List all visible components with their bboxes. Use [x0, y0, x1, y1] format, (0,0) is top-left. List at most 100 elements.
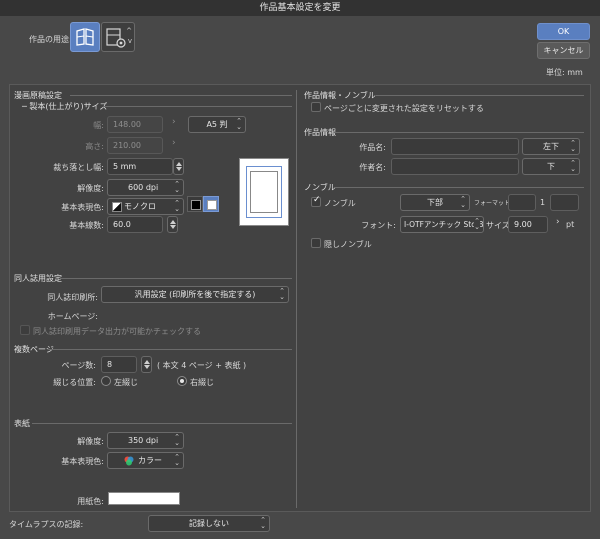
page-preview — [239, 158, 289, 226]
pages-note: ( 本文 4 ページ + 表紙 ) — [157, 361, 247, 370]
divider — [32, 423, 292, 424]
homepage-label: ホームページ: — [47, 312, 98, 321]
chevron-down-icon: v — [127, 37, 132, 45]
chevron-updown-icon: ⌃ ⌄ — [236, 117, 242, 131]
illustration-usage-button[interactable]: ^ v — [101, 22, 135, 52]
paper-color-swatch[interactable] — [108, 492, 180, 505]
paper-size-dropdown[interactable]: A5 判 ⌃ ⌄ — [188, 116, 246, 133]
divider — [70, 95, 292, 96]
divider — [334, 187, 584, 188]
cover-color-mode-dropdown[interactable]: カラー ⌃ ⌄ — [107, 452, 184, 469]
chevron-updown-icon: ⌃ ⌄ — [174, 433, 180, 447]
cover-resolution-label: 解像度: — [77, 437, 104, 446]
height-label: 高さ: — [85, 142, 104, 151]
panel-divider — [296, 90, 297, 508]
window-title: 作品基本設定を変更 — [0, 0, 600, 17]
color-mode-dropdown[interactable]: モノクロ ⌃ ⌄ — [107, 198, 184, 215]
font-label: フォント: — [361, 221, 396, 230]
binding-label: 綴じる位置: — [53, 378, 96, 387]
resolution-dropdown[interactable]: 600 dpi ⌃ ⌄ — [107, 179, 184, 196]
printer-label: 同人誌印刷所: — [47, 293, 98, 302]
chevron-right-icon: › — [172, 138, 176, 148]
bleed-label: 裁ち落とし幅: — [53, 163, 104, 172]
width-field[interactable]: 148.00 — [107, 116, 163, 133]
divider — [60, 278, 292, 279]
chevron-right-icon: › — [556, 217, 560, 227]
chevron-updown-icon: ⌃ ⌄ — [474, 217, 480, 231]
unit-value: mm — [567, 68, 583, 77]
checkmark-icon: ✓ — [313, 195, 321, 205]
doujin-section-title: 同人誌用設定 — [14, 274, 62, 283]
timelapse-label: タイムラプスの記録: — [9, 520, 84, 529]
comic-usage-button[interactable] — [70, 22, 100, 52]
reset-label: ページごとに変更された設定をリセットする — [324, 104, 484, 113]
pages-field[interactable]: 8 — [101, 356, 137, 373]
nombre-position-dropdown[interactable]: 下部 ⌃ ⌄ — [400, 194, 470, 211]
author-label: 作者名: — [359, 163, 386, 172]
cover-resolution-dropdown[interactable]: 350 dpi ⌃ ⌄ — [107, 432, 184, 449]
line-count-field[interactable]: 60.0 — [107, 216, 163, 233]
work-name-field[interactable] — [391, 138, 519, 155]
timelapse-dropdown[interactable]: 記録しない ⌃ ⌄ — [148, 515, 270, 532]
nombre-checkbox[interactable]: ✓ — [311, 195, 321, 207]
white-color-swatch[interactable] — [203, 196, 219, 212]
hidden-nombre-checkbox[interactable] — [311, 238, 321, 248]
right-binding-radio[interactable] — [177, 376, 187, 386]
bleed-stepper[interactable] — [173, 158, 184, 175]
height-field[interactable]: 210.00 — [107, 137, 163, 154]
resolution-label: 解像度: — [77, 184, 104, 193]
chevron-updown-icon: ⌃ ⌄ — [174, 199, 180, 213]
chevron-updown-icon: ⌃ ⌄ — [174, 453, 180, 467]
black-color-swatch[interactable] — [187, 196, 203, 212]
cancel-button[interactable]: キャンセル — [537, 42, 590, 59]
chevron-updown-icon: ⌃ ⌄ — [174, 180, 180, 194]
bleed-field[interactable]: 5 mm — [107, 158, 173, 175]
chevron-up-icon: ^ — [126, 27, 132, 35]
author-position-dropdown[interactable]: 下 ⌃ ⌄ — [522, 158, 580, 175]
paper-color-label: 用紙色: — [77, 497, 104, 506]
size-field[interactable]: 9.00 — [508, 216, 548, 233]
unit-label: 単位: mm — [546, 68, 583, 77]
monochrome-icon — [112, 202, 122, 212]
format-number: 1 — [540, 198, 546, 207]
pages-label: ページ数: — [61, 361, 96, 370]
work-name-position-dropdown[interactable]: 左下 ⌃ ⌄ — [522, 138, 580, 155]
line-count-stepper[interactable] — [167, 216, 178, 233]
left-binding-radio[interactable] — [101, 376, 111, 386]
format-prefix-field[interactable] — [508, 194, 536, 211]
pages-stepper[interactable] — [141, 356, 152, 373]
chevron-updown-icon: ⌃ ⌄ — [279, 287, 285, 301]
right-binding-label: 右綴じ — [190, 378, 214, 387]
line-count-label: 基本線数: — [69, 221, 104, 230]
divider — [376, 95, 584, 96]
info-section-title: 作品情報 — [304, 128, 336, 137]
white-swatch-icon — [207, 200, 217, 210]
author-field[interactable] — [391, 158, 519, 175]
divider — [334, 132, 584, 133]
chevron-right-icon: › — [172, 117, 176, 127]
cover-color-mode-label: 基本表現色: — [61, 457, 104, 466]
printer-dropdown[interactable]: 汎用設定 (印刷所を後で指定する) ⌃ ⌄ — [101, 286, 289, 303]
reset-checkbox[interactable] — [311, 102, 321, 112]
cover-section-title: 表紙 — [14, 419, 30, 428]
size-unit: pt — [566, 220, 575, 229]
doujin-check-checkbox[interactable] — [20, 325, 30, 335]
format-label: フォーマット: — [474, 200, 513, 207]
color-mode-label: 基本表現色: — [61, 203, 104, 212]
format-suffix-field[interactable] — [550, 194, 579, 211]
divider — [103, 106, 292, 107]
ok-button[interactable]: OK — [537, 23, 590, 40]
font-dropdown[interactable]: I-OTFアンチック Std B ⌃ ⌄ — [400, 216, 484, 233]
black-swatch-icon — [191, 200, 201, 210]
inner-frame — [250, 171, 278, 213]
chevron-updown-icon: ⌃ ⌄ — [460, 195, 466, 209]
bound-size-title: ─ 製本(仕上がり)サイズ — [22, 102, 108, 111]
color-icon — [124, 456, 134, 466]
nombre-check-label: ノンブル — [324, 199, 356, 208]
chevron-updown-icon: ⌃ ⌄ — [260, 516, 266, 530]
work-name-label: 作品名: — [359, 143, 386, 152]
illustration-usage-icon — [106, 28, 126, 48]
left-binding-label: 左綴じ — [114, 378, 138, 387]
hidden-nombre-label: 隠しノンブル — [324, 240, 372, 249]
usage-label: 作品の用途: — [29, 35, 72, 44]
